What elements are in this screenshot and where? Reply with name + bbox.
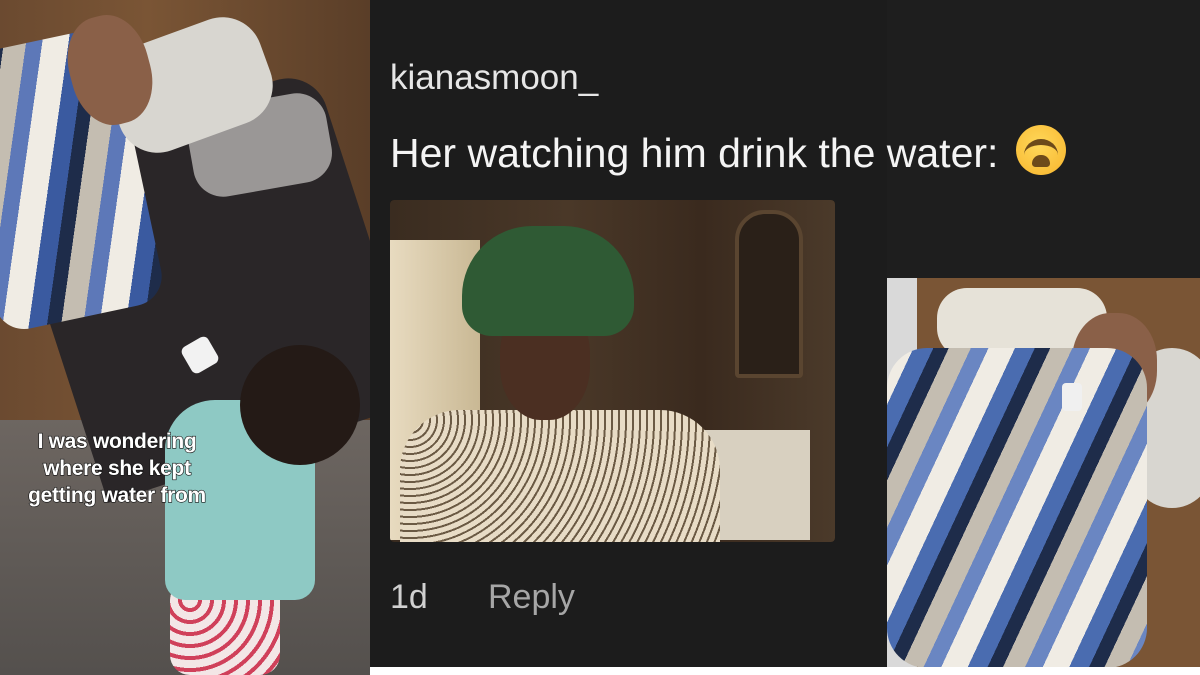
video-caption: I was wondering where she kept getting w… <box>28 429 207 507</box>
girl-head <box>240 345 360 465</box>
comment-text-row: Her watching him drink the water: <box>390 125 1067 177</box>
loudly-crying-face-icon <box>1016 125 1067 175</box>
comment-age: 1d <box>390 578 428 616</box>
mirror <box>735 210 803 378</box>
comment-panel: kianasmoon_ Her watching him drink the w… <box>370 0 1067 675</box>
striped-blanket <box>887 348 1147 667</box>
comment-reaction-image[interactable] <box>390 200 835 542</box>
green-hat <box>462 226 634 336</box>
comment-text: Her watching him drink the water: <box>390 130 999 176</box>
woman-dress <box>400 410 720 542</box>
right-video-frame <box>887 278 1200 667</box>
bottom-border <box>370 667 1200 675</box>
comment-username[interactable]: kianasmoon_ <box>390 58 598 98</box>
reply-button[interactable]: Reply <box>488 578 575 617</box>
left-video-frame: I was wondering where she kept getting w… <box>0 0 370 675</box>
water-cup <box>1062 383 1082 411</box>
